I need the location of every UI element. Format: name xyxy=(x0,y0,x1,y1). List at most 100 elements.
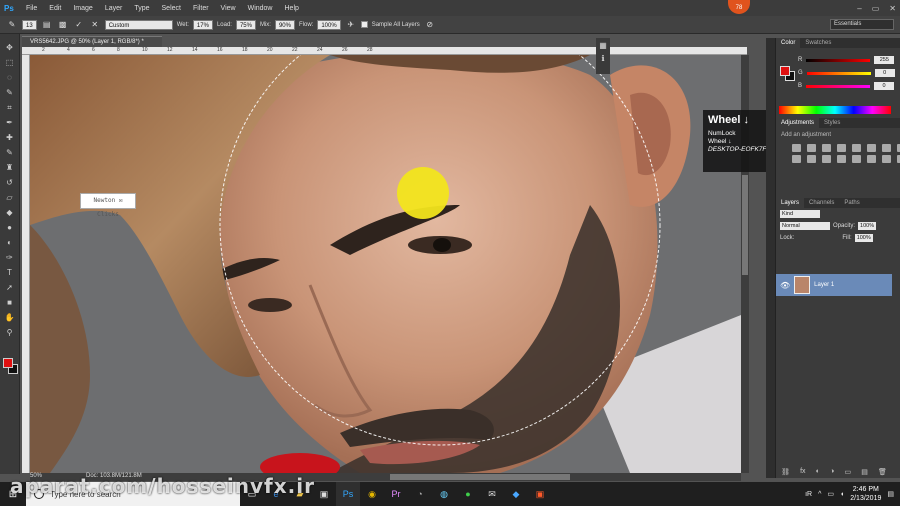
healing-brush-tool-icon[interactable]: ✚ xyxy=(3,132,17,144)
dodge-tool-icon[interactable]: ◐ xyxy=(3,237,17,249)
gradient-map-icon[interactable] xyxy=(882,155,891,163)
color-lookup-icon[interactable] xyxy=(822,155,831,163)
document-canvas[interactable]: Newton ✉ Clicks xyxy=(30,55,741,473)
curves-icon[interactable] xyxy=(822,144,831,152)
load-brush-icon[interactable]: ✓ xyxy=(73,19,85,31)
pen-tool-icon[interactable]: ✑ xyxy=(3,252,17,264)
layer-style-icon[interactable]: fx xyxy=(800,468,805,476)
menu-image[interactable]: Image xyxy=(67,5,98,12)
threshold-icon[interactable] xyxy=(867,155,876,163)
green-slider[interactable] xyxy=(806,71,871,75)
opacity-field[interactable]: 100% xyxy=(858,222,877,230)
menu-view[interactable]: View xyxy=(215,5,242,12)
current-brush-load-icon[interactable]: ▩ xyxy=(57,19,69,31)
red-value-field[interactable]: 255 xyxy=(874,56,895,64)
layer-name[interactable]: Layer 1 xyxy=(814,282,834,288)
close-button[interactable]: ✕ xyxy=(889,4,896,13)
app-icon-3[interactable]: ● xyxy=(456,482,480,506)
eraser-tool-icon[interactable]: ▱ xyxy=(3,192,17,204)
blue-value-field[interactable]: 0 xyxy=(874,82,895,90)
exposure-icon[interactable] xyxy=(837,144,846,152)
quick-select-tool-icon[interactable]: ✎ xyxy=(3,87,17,99)
chrome-icon[interactable]: ◉ xyxy=(360,482,384,506)
brightness-icon[interactable] xyxy=(792,144,801,152)
new-group-icon[interactable]: ▭ xyxy=(844,468,851,476)
green-value-field[interactable]: 0 xyxy=(874,69,895,77)
info-icon[interactable]: ℹ xyxy=(601,54,604,63)
color-balance-icon[interactable] xyxy=(882,144,891,152)
history-icon[interactable]: ▦ xyxy=(599,41,607,50)
app-icon-2[interactable]: ◍ xyxy=(432,482,456,506)
maximize-button[interactable]: ▭ xyxy=(872,4,880,13)
tray-expand-icon[interactable]: ^ xyxy=(818,491,821,498)
language-indicator[interactable]: ıR xyxy=(805,491,812,498)
blend-mode-select[interactable]: Normal xyxy=(780,222,830,230)
menu-help[interactable]: Help xyxy=(279,5,305,12)
add-mask-icon[interactable]: ◐ xyxy=(816,468,820,476)
tab-swatches[interactable]: Swatches xyxy=(800,38,836,48)
panel-collapse-strip[interactable] xyxy=(766,38,775,478)
shape-tool-icon[interactable]: ■ xyxy=(3,297,17,309)
marquee-tool-icon[interactable]: ⬚ xyxy=(3,57,17,69)
layer-row[interactable]: 👁 Layer 1 xyxy=(776,274,892,296)
volume-icon[interactable]: ◖ xyxy=(840,491,844,498)
crop-tool-icon[interactable]: ⌗ xyxy=(3,102,17,114)
network-icon[interactable]: ▭ xyxy=(827,490,834,498)
levels-icon[interactable] xyxy=(807,144,816,152)
menu-filter[interactable]: Filter xyxy=(187,5,215,12)
brush-size-picker[interactable]: 13 xyxy=(22,19,37,30)
blue-slider[interactable] xyxy=(806,84,871,88)
photoshop-taskbar-icon[interactable]: Ps xyxy=(336,482,360,506)
blur-tool-icon[interactable]: ● xyxy=(3,222,17,234)
tab-color[interactable]: Color xyxy=(776,38,801,48)
app-icon-4[interactable]: ◆ xyxy=(504,482,528,506)
color-spectrum-ramp[interactable] xyxy=(779,106,891,114)
color-panel-foreground-swatch[interactable] xyxy=(780,66,790,76)
airbrush-icon[interactable]: ✈ xyxy=(345,19,357,31)
photo-filter-icon[interactable] xyxy=(792,155,801,163)
channel-mixer-icon[interactable] xyxy=(807,155,816,163)
invert-icon[interactable] xyxy=(837,155,846,163)
mix-field[interactable]: 90% xyxy=(274,19,295,30)
menu-layer[interactable]: Layer xyxy=(99,5,129,12)
menu-edit[interactable]: Edit xyxy=(43,5,67,12)
red-slider[interactable] xyxy=(806,58,871,62)
sample-all-layers-checkbox[interactable] xyxy=(360,21,368,28)
vertical-scroll-thumb[interactable] xyxy=(742,175,748,275)
minimize-button[interactable]: – xyxy=(857,4,861,13)
mixer-brush-tool-icon[interactable]: ✎ xyxy=(6,19,18,31)
menu-select[interactable]: Select xyxy=(156,5,187,12)
flow-field[interactable]: 100% xyxy=(317,19,341,30)
tab-channels[interactable]: Channels xyxy=(804,198,839,208)
eyedropper-tool-icon[interactable]: ✒ xyxy=(3,117,17,129)
new-layer-icon[interactable]: ▤ xyxy=(861,468,868,476)
notifications-icon[interactable]: ▤ xyxy=(887,490,894,498)
posterize-icon[interactable] xyxy=(852,155,861,163)
mail-icon[interactable]: ✉ xyxy=(480,482,504,506)
move-tool-icon[interactable]: ✥ xyxy=(3,42,17,54)
clock[interactable]: 2:46 PM 2/13/2019 xyxy=(850,485,881,503)
horizontal-scroll-thumb[interactable] xyxy=(390,474,570,480)
brush-panel-icon[interactable]: ▤ xyxy=(41,19,53,31)
tab-paths[interactable]: Paths xyxy=(839,198,864,208)
pressure-icon[interactable]: ⊘ xyxy=(424,19,436,31)
menu-file[interactable]: File xyxy=(20,5,43,12)
menu-window[interactable]: Window xyxy=(242,5,279,12)
layer-kind-filter[interactable]: Kind xyxy=(780,210,820,218)
document-tab[interactable]: VRS5642.JPG @ 50% (Layer 1, RGB/8*) * xyxy=(22,36,162,47)
vibrance-icon[interactable] xyxy=(852,144,861,152)
load-field[interactable]: 75% xyxy=(235,19,256,30)
delete-layer-icon[interactable]: 🗑 xyxy=(878,468,887,476)
tab-styles[interactable]: Styles xyxy=(819,118,845,128)
brush-tool-icon[interactable]: ✎ xyxy=(3,147,17,159)
wet-field[interactable]: 17% xyxy=(192,19,213,30)
history-brush-tool-icon[interactable]: ↺ xyxy=(3,177,17,189)
clean-brush-icon[interactable]: ✕ xyxy=(89,19,101,31)
mix-preset-select[interactable]: Custom xyxy=(104,19,173,30)
premiere-icon[interactable]: Pr xyxy=(384,482,408,506)
store-icon[interactable]: ▣ xyxy=(312,482,336,506)
workspace-select[interactable]: Essentials xyxy=(830,19,894,30)
hand-tool-icon[interactable]: ✋ xyxy=(3,312,17,324)
menu-type[interactable]: Type xyxy=(128,5,155,12)
path-select-tool-icon[interactable]: ➚ xyxy=(3,282,17,294)
